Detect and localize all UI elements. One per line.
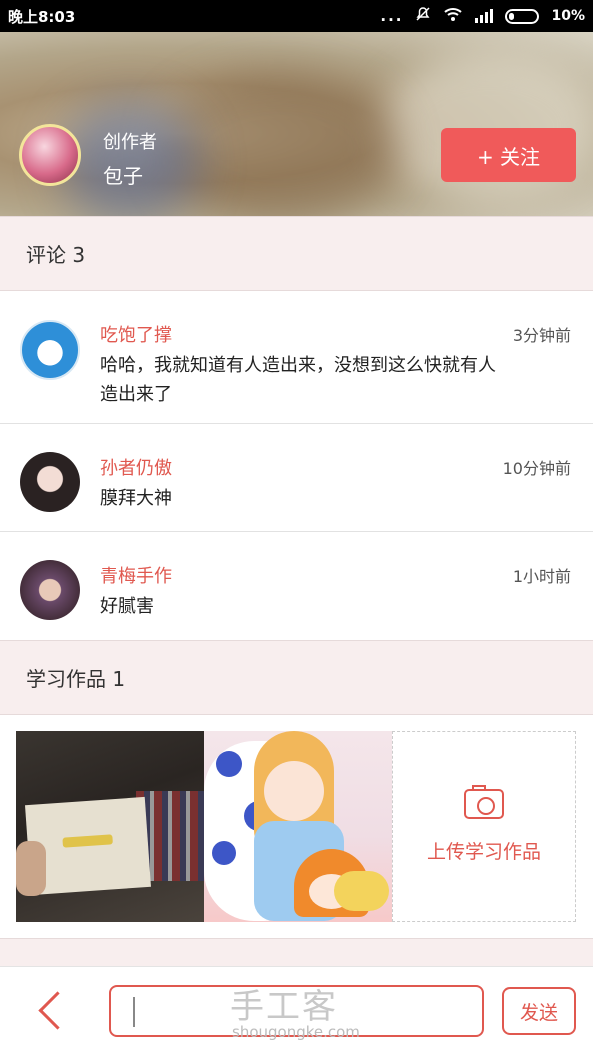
back-chevron-icon[interactable] [30,987,70,1035]
watermark-logo: 手工客 [230,987,338,1027]
status-icons: ... 10% [380,6,585,26]
work-photo[interactable] [16,731,204,922]
author-banner: 创作者 包子 + 关注 [0,32,593,216]
mute-icon [415,6,431,26]
works-gallery: 上传学习作品 [16,731,576,922]
comment-time: 1小时前 [512,567,571,586]
comments-section-header: 评论 3 [0,216,593,291]
commenter-name[interactable]: 吃饱了撑 [100,321,172,347]
comments-title: 评论 3 [26,243,86,267]
works-title: 学习作品 1 [26,667,126,691]
section-divider [0,938,593,966]
avatar[interactable] [20,560,80,620]
comment-text: 膜拜大神 [100,488,172,509]
bottom-bar: 手工客 shougongke.com 发送 [0,966,593,1054]
wifi-icon [443,6,463,26]
upload-work-label: 上传学习作品 [426,841,541,863]
comment-item[interactable]: 青梅手作 1小时前 好腻害 [0,532,593,640]
works-section-header: 学习作品 1 [0,640,593,715]
comment-time: 10分钟前 [502,459,571,478]
battery-percent: 10% [551,8,585,24]
cell-signal-icon [475,9,494,23]
author-avatar[interactable] [19,124,81,186]
commenter-name[interactable]: 青梅手作 [100,562,172,588]
comment-item[interactable]: 吃饱了撑 3分钟前 哈哈，我就知道有人造出来，没想到这么快就有人造出来了 [0,291,593,424]
work-photo[interactable] [204,731,392,922]
battery-icon [505,8,540,24]
signal-dots: ... [380,7,404,25]
avatar[interactable] [20,320,80,380]
camera-icon [464,785,504,819]
author-name[interactable]: 包子 [103,160,143,189]
status-time: 晚上8:03 [8,7,76,26]
comment-item[interactable]: 孙者仍傲 10分钟前 膜拜大神 [0,424,593,532]
author-role: 创作者 [103,132,157,153]
follow-button[interactable]: + 关注 [441,128,576,182]
comment-text: 哈哈，我就知道有人造出来，没想到这么快就有人造出来了 [100,355,496,405]
watermark-url: shougongke.com [232,1023,360,1041]
upload-work-button[interactable]: 上传学习作品 [392,731,576,922]
avatar[interactable] [20,452,80,512]
text-cursor [133,997,135,1027]
comment-text: 好腻害 [100,596,154,617]
commenter-name[interactable]: 孙者仍傲 [100,454,172,480]
send-button[interactable]: 发送 [502,987,576,1035]
comment-time: 3分钟前 [512,326,571,345]
status-bar: 晚上8:03 ... 10% [0,0,593,32]
